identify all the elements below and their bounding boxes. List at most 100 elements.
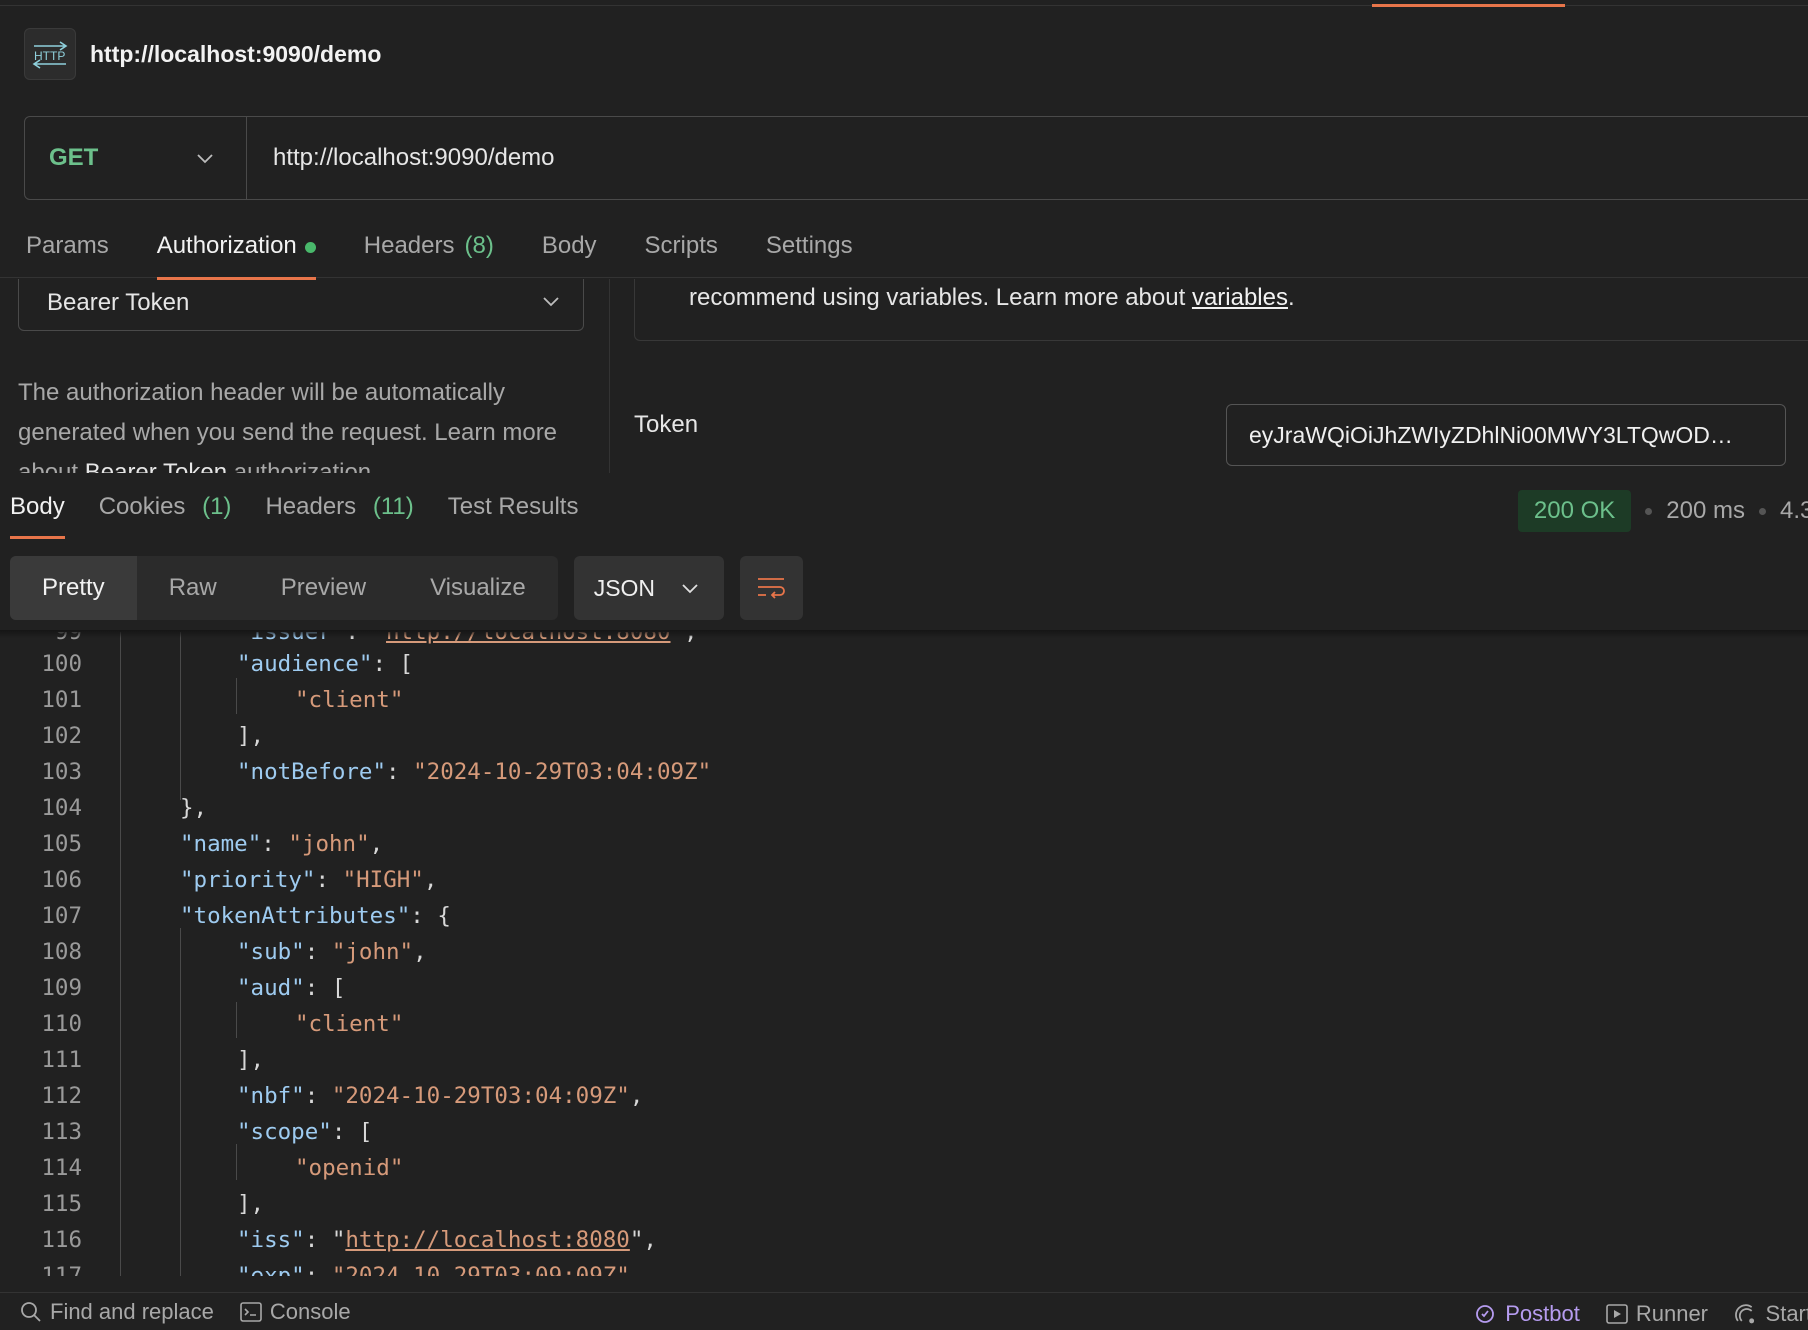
tab-scripts[interactable]: Scripts (645, 222, 718, 278)
request-title[interactable]: http://localhost:9090/demo (90, 41, 381, 68)
code-line: 107 "tokenAttributes": { (0, 898, 1808, 934)
runner-icon (1606, 1304, 1628, 1324)
postbot-button[interactable]: Postbot (1473, 1301, 1580, 1327)
start-proxy-button[interactable]: Start (1734, 1301, 1808, 1327)
url-bar: GET (24, 116, 1808, 200)
panel-divider (609, 279, 610, 473)
code-line: 100 "audience": [ (0, 646, 1808, 682)
line-number: 107 (41, 903, 82, 929)
response-tab-test-results[interactable]: Test Results (448, 473, 579, 539)
console-label: Console (269, 1298, 351, 1324)
code-line: 116 "iss": "http://localhost:8080", (0, 1222, 1808, 1258)
wrap-lines-button[interactable] (739, 556, 803, 620)
code-line: 106 "priority": "HIGH", (0, 862, 1808, 898)
json-key: "aud" (237, 975, 305, 1001)
status-bar: Find and replace Console Postbot Runner … (0, 1292, 1808, 1330)
response-tab-cookies-label: Cookies (98, 493, 186, 520)
response-tab-cookies-count: (1) (202, 493, 232, 520)
tab-headers-count: (8) (464, 232, 494, 259)
json-key: "priority" (180, 867, 316, 893)
method-label: GET (49, 144, 99, 171)
variables-note-end: . (1287, 284, 1295, 311)
find-replace-label: Find and replace (50, 1298, 214, 1324)
line-number: 101 (41, 687, 82, 713)
auth-type-value: Bearer Token (47, 288, 190, 316)
request-header: HTTP http://localhost:9090/demo (24, 28, 381, 80)
json-key: "sub" (237, 939, 305, 965)
code-line: 109 "aud": [ (0, 970, 1808, 1006)
code-line: 117 "exp": "2024-10-29T03:09:09Z" (0, 1258, 1808, 1276)
separator-dot (1759, 507, 1766, 515)
json-string: "2024-10-29T03:04:09Z" (331, 1083, 630, 1109)
line-number: 115 (41, 1191, 82, 1217)
code-line: 115], (0, 1186, 1808, 1222)
tab-authorization[interactable]: Authorization (156, 222, 316, 280)
proxy-icon (1735, 1304, 1755, 1324)
tab-headers[interactable]: Headers (8) (364, 222, 494, 278)
json-key: "notBefore" (237, 759, 387, 785)
line-number: 109 (41, 975, 82, 1001)
view-mode-group: Pretty Raw Preview Visualize (10, 556, 558, 620)
find-replace-button[interactable]: Find and replace (20, 1299, 214, 1325)
variables-link[interactable]: variables (1192, 284, 1288, 311)
json-string: "2024-10-29T03:09:09Z" (331, 1263, 630, 1276)
token-input[interactable]: eyJraWQiOiJhZWIyZDhlNi00MWY3LTQwOD… (1226, 404, 1786, 466)
tab-body-label: Body (541, 232, 597, 259)
tab-authorization-label: Authorization (156, 232, 297, 259)
response-tab-cookies[interactable]: Cookies (1) (99, 473, 232, 539)
line-number: 104 (41, 795, 82, 821)
variables-note: recommend using variables. Learn more ab… (634, 279, 1808, 341)
response-tab-headers[interactable]: Headers (11) (265, 473, 413, 539)
json-string: "openid" (295, 1155, 404, 1181)
format-select[interactable]: JSON (573, 556, 724, 620)
active-indicator-dot (304, 242, 316, 253)
line-number: 116 (41, 1227, 82, 1253)
json-key: "nbf" (237, 1083, 305, 1109)
chevron-down-icon (543, 297, 559, 307)
response-tab-headers-label: Headers (265, 493, 357, 520)
response-size[interactable]: 4.3 (1780, 497, 1808, 525)
tab-headers-label: Headers (363, 232, 455, 259)
json-string: "john" (288, 831, 370, 857)
view-pretty-button[interactable]: Pretty (10, 556, 137, 620)
status-badge[interactable]: 200 OK (1517, 490, 1632, 532)
runner-button[interactable]: Runner (1606, 1301, 1708, 1327)
line-number: 102 (41, 723, 82, 749)
scroll-shadow (0, 630, 1808, 638)
postbot-label: Postbot (1505, 1301, 1580, 1326)
authorization-panel: Bearer Token The authorization header wi… (0, 279, 1808, 473)
console-button[interactable]: Console (240, 1299, 351, 1325)
code-line: 114 "openid" (0, 1150, 1808, 1186)
view-raw-button[interactable]: Raw (137, 556, 249, 620)
response-time[interactable]: 200 ms (1666, 497, 1745, 525)
json-link[interactable]: http://localhost:8080 (345, 1227, 629, 1253)
view-preview-button[interactable]: Preview (249, 556, 398, 620)
auth-type-select[interactable]: Bearer Token (18, 279, 584, 331)
tab-settings-label: Settings (765, 232, 853, 259)
response-tab-body[interactable]: Body (10, 473, 65, 539)
start-label: Start (1765, 1301, 1808, 1326)
tab-params[interactable]: Params (26, 222, 109, 278)
view-visualize-button[interactable]: Visualize (398, 556, 558, 620)
line-number: 100 (41, 651, 82, 677)
console-icon (240, 1301, 262, 1322)
format-value: JSON (593, 574, 656, 601)
json-string: "2024-10-29T03:04:09Z" (413, 759, 712, 785)
bearer-token-link[interactable]: Bearer Token (85, 459, 227, 473)
tab-body[interactable]: Body (542, 222, 597, 278)
code-line: 104}, (0, 790, 1808, 826)
url-input[interactable] (247, 144, 1647, 172)
json-key: "iss" (237, 1227, 305, 1253)
json-string: "HIGH" (342, 867, 424, 893)
line-number: 105 (41, 831, 82, 857)
method-selector[interactable]: GET (25, 117, 247, 199)
variables-note-text: recommend using variables. Learn more ab… (689, 284, 1192, 311)
response-tab-body-label: Body (10, 493, 65, 520)
response-body-viewer[interactable]: 99 "issuer": "http://localhost:8080", 100… (0, 632, 1808, 1276)
code-line: 112 "nbf": "2024-10-29T03:04:09Z", (0, 1078, 1808, 1114)
line-number: 103 (41, 759, 82, 785)
wrap-lines-icon (758, 578, 786, 599)
auth-description-end: authorization. (227, 459, 378, 473)
tab-settings[interactable]: Settings (766, 222, 853, 278)
code-line: 110 "client" (0, 1006, 1808, 1042)
